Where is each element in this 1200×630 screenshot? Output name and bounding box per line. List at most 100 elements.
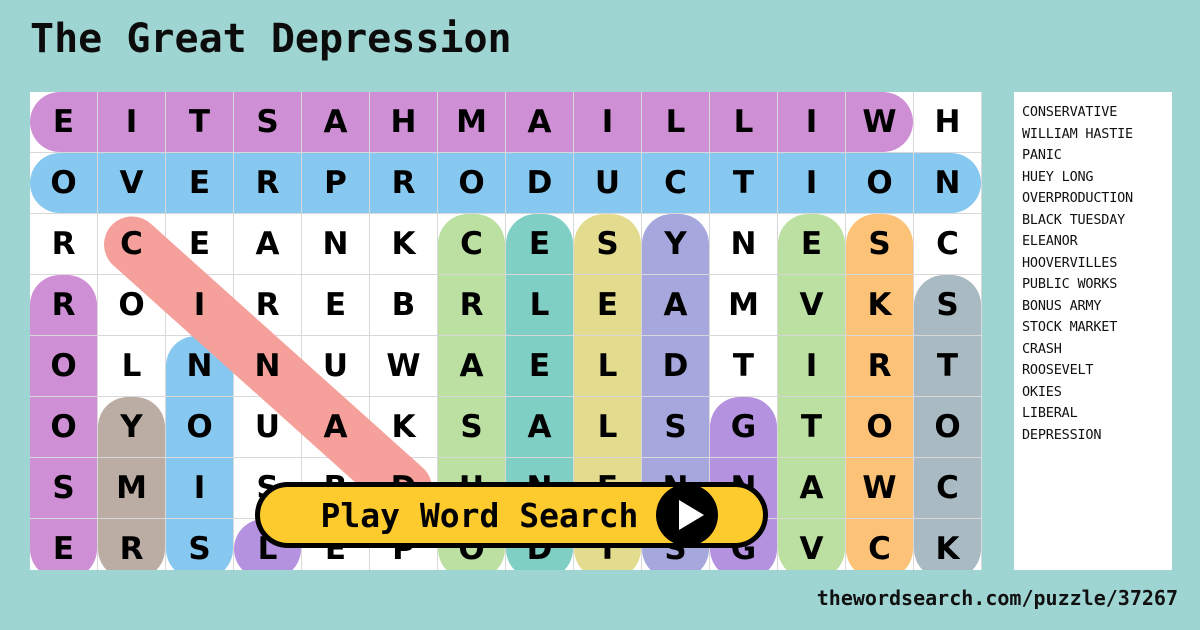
grid-cell[interactable]: N [234,336,302,397]
grid-cell[interactable]: C [914,458,982,519]
grid-cell[interactable]: R [370,153,438,214]
grid-cell[interactable]: U [234,397,302,458]
grid-cell[interactable]: O [98,275,166,336]
grid-cell[interactable]: O [30,336,98,397]
grid-cell[interactable]: M [710,275,778,336]
grid-cell[interactable]: K [914,519,982,570]
grid-cell[interactable]: L [574,397,642,458]
grid-cell[interactable]: D [642,336,710,397]
grid-cell[interactable]: N [914,153,982,214]
grid-cell[interactable]: U [302,336,370,397]
grid-cell[interactable]: S [30,458,98,519]
grid-letter: S [52,469,75,506]
grid-cell[interactable]: O [30,397,98,458]
grid-cell[interactable]: T [778,397,846,458]
grid-cell[interactable]: O [30,153,98,214]
grid-cell[interactable]: W [846,92,914,153]
grid-cell[interactable]: T [166,92,234,153]
grid-cell[interactable]: C [438,214,506,275]
grid-cell[interactable]: I [166,458,234,519]
grid-cell[interactable]: I [166,275,234,336]
grid-cell[interactable]: K [846,275,914,336]
grid-cell[interactable]: I [778,336,846,397]
grid-cell[interactable]: K [370,397,438,458]
grid-cell[interactable]: R [30,214,98,275]
play-word-search-button[interactable]: Play Word Search [255,482,768,548]
grid-cell[interactable]: S [438,397,506,458]
grid-cell[interactable]: C [846,519,914,570]
grid-cell[interactable]: T [914,336,982,397]
grid-cell[interactable]: E [506,336,574,397]
grid-cell[interactable]: S [234,92,302,153]
grid-cell[interactable]: S [642,397,710,458]
grid-cell[interactable]: Y [642,214,710,275]
grid-cell[interactable]: T [710,153,778,214]
grid-cell[interactable]: R [846,336,914,397]
grid-cell[interactable]: E [778,214,846,275]
grid-cell[interactable]: R [30,275,98,336]
grid-cell[interactable]: C [914,214,982,275]
grid-cell[interactable]: E [30,519,98,570]
grid-cell[interactable]: R [438,275,506,336]
grid-cell[interactable]: L [506,275,574,336]
grid-cell[interactable]: O [846,397,914,458]
grid-cell[interactable]: E [30,92,98,153]
grid-cell[interactable]: I [778,153,846,214]
grid-cell[interactable]: G [710,397,778,458]
grid-cell[interactable]: R [234,275,302,336]
grid-cell[interactable]: R [98,519,166,570]
grid-cell[interactable]: U [574,153,642,214]
grid-cell[interactable]: C [98,214,166,275]
grid-cell[interactable]: A [506,92,574,153]
grid-cell[interactable]: K [370,214,438,275]
grid-cell[interactable]: P [302,153,370,214]
grid-cell[interactable]: O [438,153,506,214]
grid-cell[interactable]: I [574,92,642,153]
grid-cell[interactable]: T [710,336,778,397]
grid-cell[interactable]: R [234,153,302,214]
grid-cell[interactable]: N [302,214,370,275]
grid-cell[interactable]: E [302,275,370,336]
grid-cell[interactable]: M [438,92,506,153]
grid-cell[interactable]: L [710,92,778,153]
grid-cell[interactable]: A [506,397,574,458]
grid-cell[interactable]: H [914,92,982,153]
footer-url: thewordsearch.com/puzzle/37267 [816,586,1178,610]
grid-cell[interactable]: A [234,214,302,275]
grid-cell[interactable]: I [98,92,166,153]
grid-cell[interactable]: S [846,214,914,275]
grid-cell[interactable]: A [642,275,710,336]
grid-cell[interactable]: Y [98,397,166,458]
grid-letter: S [596,225,619,262]
grid-cell[interactable]: V [778,519,846,570]
grid-cell[interactable]: E [506,214,574,275]
grid-cell[interactable]: L [642,92,710,153]
grid-cell[interactable]: L [98,336,166,397]
grid-cell[interactable]: E [166,153,234,214]
grid-cell[interactable]: S [166,519,234,570]
grid-cell[interactable]: C [642,153,710,214]
grid-cell[interactable]: O [166,397,234,458]
grid-cell[interactable]: E [166,214,234,275]
grid-cell[interactable]: V [98,153,166,214]
grid-cell[interactable]: V [778,275,846,336]
grid-cell[interactable]: D [506,153,574,214]
grid-cell[interactable]: H [370,92,438,153]
grid-cell[interactable]: S [574,214,642,275]
grid-cell[interactable]: O [846,153,914,214]
grid-cell[interactable]: L [574,336,642,397]
grid-cell[interactable]: W [846,458,914,519]
grid-cell[interactable]: N [710,214,778,275]
grid-cell[interactable]: B [370,275,438,336]
grid-cell[interactable]: A [302,92,370,153]
grid-cell[interactable]: S [914,275,982,336]
grid-cell[interactable]: A [302,397,370,458]
grid-cell[interactable]: E [574,275,642,336]
grid-cell[interactable]: O [914,397,982,458]
grid-cell[interactable]: A [778,458,846,519]
grid-cell[interactable]: N [166,336,234,397]
grid-cell[interactable]: W [370,336,438,397]
grid-cell[interactable]: A [438,336,506,397]
grid-cell[interactable]: I [778,92,846,153]
grid-cell[interactable]: M [98,458,166,519]
